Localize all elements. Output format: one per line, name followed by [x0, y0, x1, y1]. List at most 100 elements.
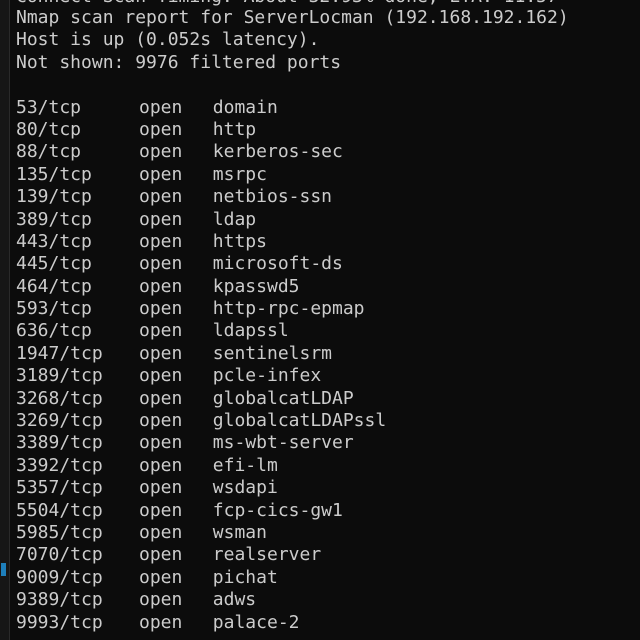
cell-state: open — [139, 566, 183, 588]
cell-service: realserver — [212, 544, 322, 566]
cell-port: 139/tcp — [16, 186, 92, 208]
cell-state: open — [139, 521, 183, 543]
cell-state: open — [139, 208, 183, 230]
cell-service: ldapssl — [212, 320, 289, 342]
table-row: 9993/tcp open palace-2 — [16, 612, 640, 634]
cell-service: netbios-ssn — [212, 186, 333, 208]
cell-service: ms-wbt-server — [212, 432, 354, 454]
table-row: 80/tcp open http — [16, 119, 640, 141]
table-row: 1947/tcp open sentinelsrm — [16, 343, 640, 365]
table-row: 3189/tcp open pcle-infex — [16, 365, 640, 387]
table-row: 389/tcp open ldap — [16, 209, 640, 231]
table-row: 5985/tcp open wsman — [16, 522, 640, 544]
cell-port: 9009/tcp — [16, 566, 103, 588]
table-row: 636/tcp open ldapssl — [16, 320, 640, 342]
cell-state: open — [139, 163, 183, 185]
table-row: 3269/tcp open globalcatLDAPssl — [16, 410, 640, 432]
cell-state: open — [139, 298, 183, 320]
table-row: 139/tcp open netbios-ssn — [16, 186, 640, 208]
scan-report-line: Nmap scan report for ServerLocman (192.1… — [16, 7, 569, 28]
table-row: 445/tcp open microsoft-ds — [16, 253, 640, 275]
host-status-line: Host is up (0.052s latency). — [16, 29, 320, 51]
cell-state: open — [139, 611, 183, 633]
not-shown-line: Not shown: 9976 filtered ports — [16, 51, 342, 73]
cell-state: open — [139, 253, 183, 275]
cell-state: open — [139, 96, 183, 118]
table-row: 88/tcp open kerberos-sec — [16, 141, 640, 163]
cell-state: open — [139, 432, 183, 454]
cell-port: 3392/tcp — [16, 454, 103, 476]
cell-service: palace-2 — [212, 611, 300, 633]
cell-port: 53/tcp — [16, 96, 82, 118]
cell-service: efi-lm — [212, 454, 278, 476]
cell-service: wsman — [212, 521, 267, 543]
cell-service: fcp-cics-gw1 — [212, 499, 343, 521]
cell-service: globalcatLDAP — [212, 387, 354, 409]
cell-state: open — [139, 499, 183, 521]
cell-port: 636/tcp — [16, 320, 92, 342]
cell-service: msrpc — [212, 163, 267, 185]
cell-service: https — [212, 230, 267, 252]
table-row: 3392/tcp open efi-lm — [16, 455, 640, 477]
cell-port: 3189/tcp — [16, 365, 103, 387]
cell-port: 3269/tcp — [16, 410, 103, 432]
cell-service: globalcatLDAPssl — [212, 410, 387, 432]
cell-port: 3268/tcp — [16, 387, 103, 409]
cell-state: open — [139, 320, 183, 342]
cell-service: wsdapi — [212, 477, 278, 499]
table-row: 593/tcp open http-rpc-epmap — [16, 298, 640, 320]
table-row: 443/tcp open https — [16, 231, 640, 253]
cell-service: pichat — [212, 566, 278, 588]
cell-state: open — [139, 342, 183, 364]
table-row: 9389/tcp open adws — [16, 589, 640, 611]
table-row: 135/tcp open msrpc — [16, 164, 640, 186]
table-row: 5357/tcp open wsdapi — [16, 477, 640, 499]
cell-port: 9993/tcp — [16, 611, 103, 633]
cell-state: open — [139, 477, 183, 499]
cell-port: 5985/tcp — [16, 521, 103, 543]
cell-port: 88/tcp — [16, 141, 82, 163]
cell-state: open — [139, 141, 183, 163]
cell-service: microsoft-ds — [212, 253, 343, 275]
cell-service: domain — [212, 96, 278, 118]
table-row: 9009/tcp open pichat — [16, 567, 640, 589]
cell-port: 7070/tcp — [16, 544, 103, 566]
cell-state: open — [139, 387, 183, 409]
cell-port: 5504/tcp — [16, 499, 103, 521]
cell-state: open — [139, 186, 183, 208]
cell-port: 5357/tcp — [16, 477, 103, 499]
cell-service: http-rpc-epmap — [212, 298, 365, 320]
nmap-output-body: Nmap scan report for ServerLocman (192.1… — [16, 7, 640, 634]
cell-service: sentinelsrm — [212, 342, 333, 364]
cell-service: adws — [212, 589, 257, 611]
table-row: 7070/tcp open realserver — [16, 544, 640, 566]
table-row: 53/tcp open domain — [16, 97, 640, 119]
cell-state: open — [139, 454, 183, 476]
gutter-accent-marker — [1, 563, 6, 576]
cell-port: 135/tcp — [16, 163, 92, 185]
terminal-window[interactable]: Connect Scan Timing: About 32.93% done; … — [0, 0, 640, 640]
cell-state: open — [139, 410, 183, 432]
table-header-row: PORTSTATESERVICE — [16, 74, 640, 96]
cell-port: 593/tcp — [16, 298, 92, 320]
cell-port: 445/tcp — [16, 253, 92, 275]
cell-state: open — [139, 589, 183, 611]
terminal-screen[interactable]: Connect Scan Timing: About 32.93% done; … — [0, 0, 640, 640]
cell-port: 9389/tcp — [16, 589, 103, 611]
cell-port: 1947/tcp — [16, 342, 103, 364]
cell-port: 80/tcp — [16, 118, 82, 140]
cell-service: ldap — [212, 208, 257, 230]
cell-state: open — [139, 275, 183, 297]
cell-port: 443/tcp — [16, 230, 92, 252]
table-row: 3268/tcp open globalcatLDAP — [16, 388, 640, 410]
cell-service: kpasswd5 — [212, 275, 300, 297]
table-row: 464/tcp open kpasswd5 — [16, 276, 640, 298]
cell-service: pcle-infex — [212, 365, 322, 387]
cell-state: open — [139, 544, 183, 566]
cell-state: open — [139, 365, 183, 387]
cell-port: 389/tcp — [16, 208, 92, 230]
cell-port: 3389/tcp — [16, 432, 103, 454]
cell-service: http — [212, 118, 257, 140]
cell-service: kerberos-sec — [212, 141, 343, 163]
cell-port: 464/tcp — [16, 275, 92, 297]
